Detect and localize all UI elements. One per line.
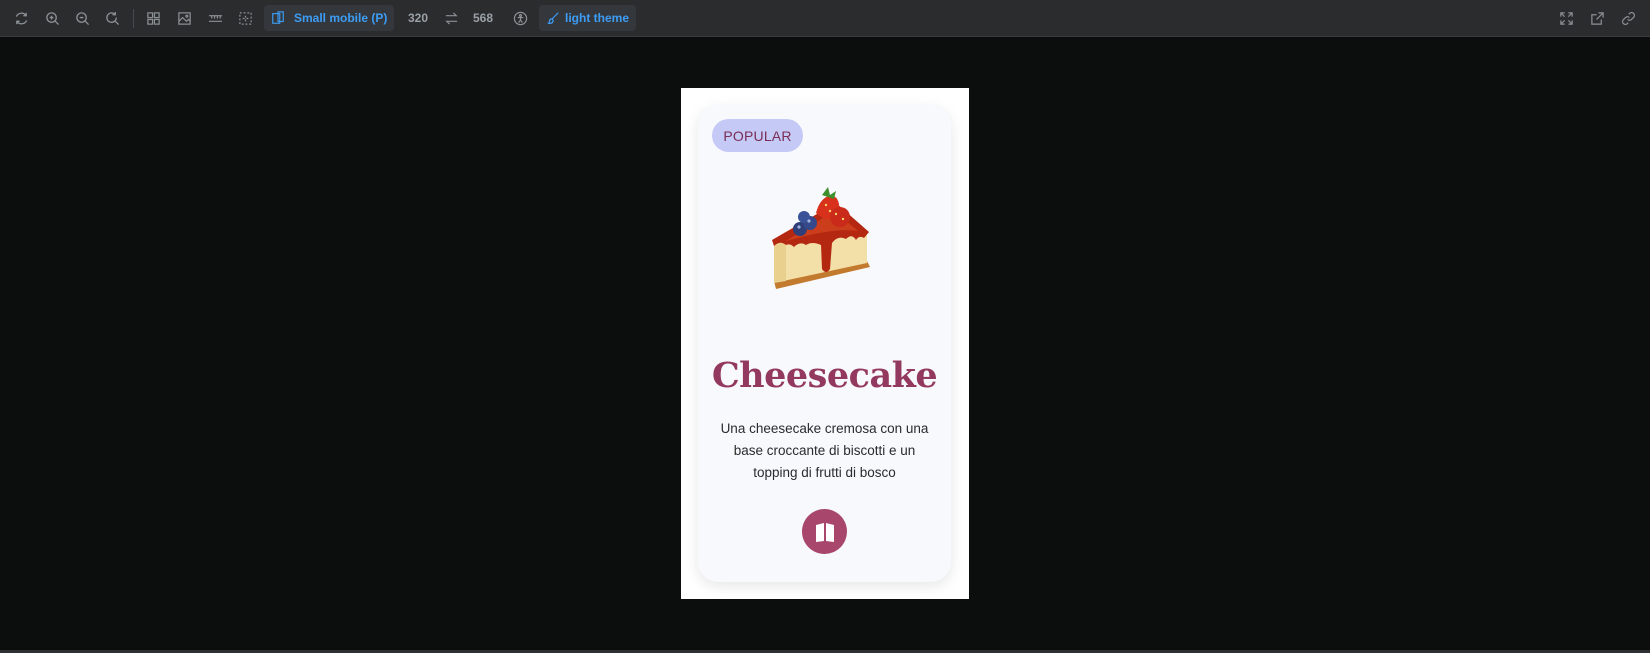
mobile-device-icon — [272, 11, 284, 24]
storybook-toolbar: Small mobile (P) 320 568 light theme — [0, 0, 1650, 37]
swap-dimensions-icon[interactable] — [439, 6, 463, 30]
theme-toggle[interactable]: light theme — [539, 5, 637, 31]
background-icon[interactable] — [172, 6, 196, 30]
preview-viewport: POPULAR Cheesecake Una cheesecake cremos… — [681, 88, 969, 599]
zoom-out-icon[interactable] — [70, 6, 94, 30]
fullscreen-icon[interactable] — [1554, 6, 1578, 30]
product-title: Cheesecake — [711, 355, 938, 396]
brush-icon — [547, 12, 559, 25]
viewport-selector[interactable]: Small mobile (P) — [264, 5, 395, 31]
reload-icon[interactable] — [9, 6, 33, 30]
product-description: Una cheesecake cremosa con una base croc… — [720, 421, 929, 480]
popular-badge: POPULAR — [712, 119, 803, 152]
toolbar-divider — [133, 9, 134, 28]
outline-icon[interactable] — [233, 6, 257, 30]
viewport-width[interactable]: 320 — [408, 11, 428, 25]
zoom-reset-icon[interactable] — [100, 6, 124, 30]
accessibility-icon[interactable] — [508, 6, 532, 30]
grid-icon[interactable] — [141, 6, 165, 30]
cheesecake-image — [772, 187, 870, 289]
viewport-height[interactable]: 568 — [473, 11, 493, 25]
open-new-tab-icon[interactable] — [1585, 6, 1609, 30]
product-card: POPULAR Cheesecake Una cheesecake cremos… — [698, 105, 951, 582]
zoom-in-icon[interactable] — [40, 6, 64, 30]
recipe-button[interactable] — [802, 509, 847, 554]
ruler-icon[interactable] — [203, 6, 227, 30]
book-icon — [815, 522, 834, 542]
viewport-label: Small mobile (P) — [294, 11, 388, 25]
copy-link-icon[interactable] — [1616, 6, 1640, 30]
theme-label: light theme — [565, 11, 630, 25]
